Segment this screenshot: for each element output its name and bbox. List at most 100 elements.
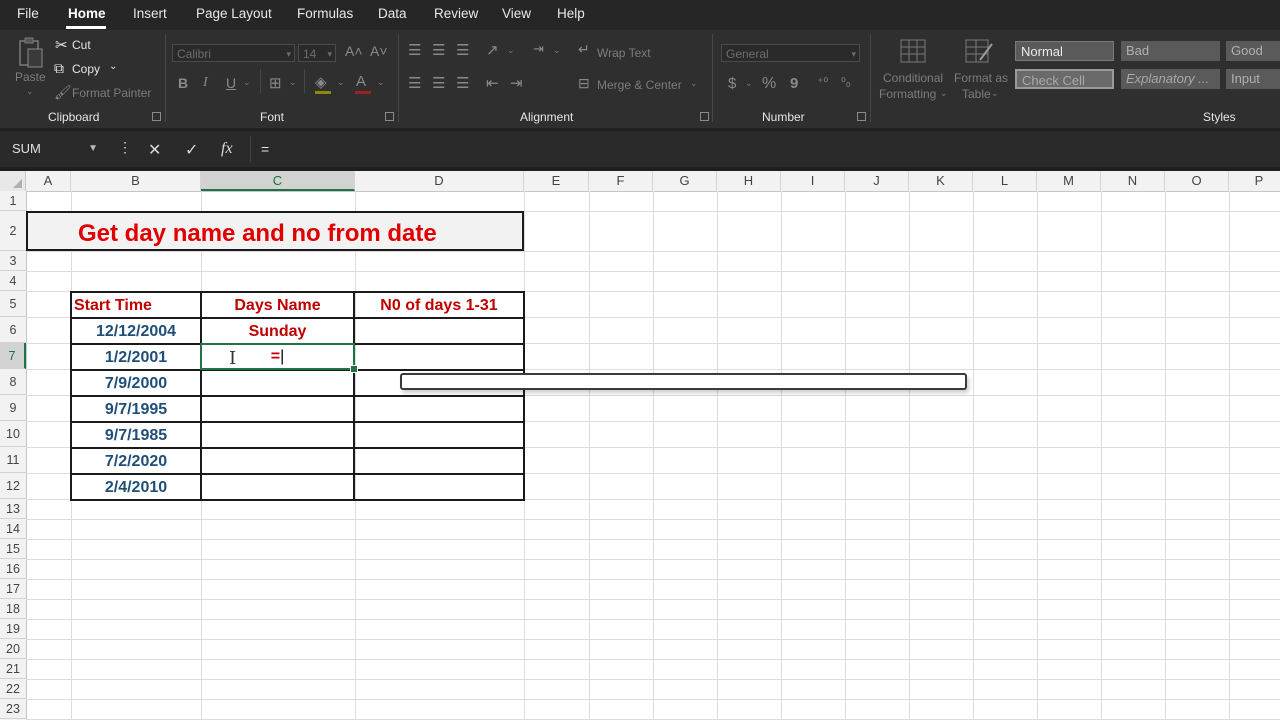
number-launcher-icon[interactable] [857,112,866,121]
paste-dropdown-icon[interactable]: ⌄ [26,86,34,97]
font-launcher-icon[interactable] [385,112,394,121]
top-align-icon[interactable]: ☰ [408,41,421,59]
underline-dropdown-icon[interactable]: ⌄ [243,77,251,88]
style-bad[interactable]: Bad [1121,41,1220,61]
style-explanatory[interactable]: Explanatory ... [1121,69,1220,89]
middle-align-icon[interactable]: ☰ [432,41,445,59]
title-cell[interactable]: Get day name and no from date [26,211,524,251]
column-header-n[interactable]: N [1101,171,1165,191]
align-center-icon[interactable]: ☰ [432,74,445,92]
row-header-14[interactable]: 14 [0,519,26,539]
cut-button[interactable]: Cut [72,38,91,52]
row-header-11[interactable]: 11 [0,447,26,473]
row-header-18[interactable]: 18 [0,599,26,619]
name-box[interactable]: SUM ▼ [4,136,104,162]
format-as-table-label-1[interactable]: Format as [954,71,1008,85]
column-header-k[interactable]: K [909,171,973,191]
column-header-c[interactable]: C [201,171,355,191]
column-header-g[interactable]: G [653,171,717,191]
comma-style-button[interactable]: 9 [790,75,798,92]
increase-indent-icon[interactable]: ⇥ [510,74,523,92]
number-format-combo[interactable]: General ▾ [721,44,860,62]
date-cell[interactable]: 7/2/2020 [72,453,200,471]
column-header-h[interactable]: H [717,171,781,191]
text-direction-icon[interactable]: ⇥ [533,41,544,57]
orientation-dropdown-icon[interactable]: ⌄ [507,45,515,56]
row-header-6[interactable]: 6 [0,317,26,343]
date-cell[interactable]: 9/7/1985 [72,427,200,445]
conditional-formatting-icon[interactable] [899,38,927,66]
column-header-o[interactable]: O [1165,171,1229,191]
row-header-9[interactable]: 9 [0,395,26,421]
menu-data[interactable]: Data [378,6,407,21]
row-header-5[interactable]: 5 [0,291,26,317]
date-cell[interactable]: 12/12/2004 [72,323,200,341]
menu-insert[interactable]: Insert [133,6,167,21]
menu-review[interactable]: Review [434,6,478,21]
worksheet[interactable]: ABCDEFGHIJKLMNOP 1 2 3 4 5 6 7 8 9 10 11 12 13 14 15 16… [0,171,1280,720]
cancel-icon[interactable]: ✕ [148,140,161,160]
format-as-table-dropdown-icon[interactable]: ⌄ [991,88,999,99]
increase-decimal-icon[interactable]: ⁺⁰ [817,75,828,89]
orientation-icon[interactable]: ↗ [486,41,499,59]
row-header-10[interactable]: 10 [0,421,26,447]
row-header-17[interactable]: 17 [0,579,26,599]
text-direction-dropdown-icon[interactable]: ⌄ [553,45,561,56]
row-header-23[interactable]: 23 [0,699,26,719]
format-painter-button[interactable]: Format Painter [72,86,151,100]
copy-dropdown-icon[interactable]: ⌄ [109,61,117,72]
row-header-16[interactable]: 16 [0,559,26,579]
font-color-icon[interactable]: A [356,73,366,90]
borders-dropdown-icon[interactable]: ⌄ [289,77,297,88]
font-size-combo[interactable]: 14 ▾ [298,44,336,62]
row-header-19[interactable]: 19 [0,619,26,639]
decrease-indent-icon[interactable]: ⇤ [486,74,499,92]
currency-dropdown-icon[interactable]: ⌄ [745,78,753,89]
column-header-l[interactable]: L [973,171,1037,191]
editing-cell-content[interactable]: =| [202,348,353,366]
currency-button[interactable]: $ [728,75,736,92]
column-header-p[interactable]: P [1229,171,1280,191]
font-name-combo[interactable]: Calibri ▾ [172,44,295,62]
fill-color-icon[interactable]: ◈ [315,73,327,91]
column-header-a[interactable]: A [26,171,71,191]
merge-center-button[interactable]: Merge & Center [597,78,682,92]
more-options-icon[interactable]: ⋮ [118,139,132,156]
merge-dropdown-icon[interactable]: ⌄ [690,78,698,89]
row-header-4[interactable]: 4 [0,271,26,291]
paste-label[interactable]: Paste [15,70,46,84]
format-as-table-label-2[interactable]: Table [962,87,991,101]
date-cell[interactable]: 1/2/2001 [72,349,200,367]
row-header-8[interactable]: 8 [0,369,26,395]
menu-view[interactable]: View [502,6,531,21]
align-right-icon[interactable]: ☰ [456,74,469,92]
wrap-text-icon[interactable]: ↵ [578,41,590,58]
row-header-2[interactable]: 2 [0,211,26,251]
wrap-text-button[interactable]: Wrap Text [597,46,651,60]
row-header-15[interactable]: 15 [0,539,26,559]
header-no-of-days[interactable]: N0 of days 1-31 [355,297,523,315]
style-input[interactable]: Input [1226,69,1280,89]
day-name-cell[interactable]: Sunday [202,323,353,341]
column-header-f[interactable]: F [589,171,653,191]
merge-center-icon[interactable]: ⊟ [578,75,590,92]
borders-icon[interactable]: ⊞ [269,74,282,92]
header-days-name[interactable]: Days Name [202,297,353,315]
date-cell[interactable]: 9/7/1995 [72,401,200,419]
bottom-align-icon[interactable]: ☰ [456,41,469,59]
row-header-22[interactable]: 22 [0,679,26,699]
date-cell[interactable]: 2/4/2010 [72,479,200,497]
column-header-m[interactable]: M [1037,171,1101,191]
column-header-b[interactable]: B [71,171,201,191]
row-header-1[interactable]: 1 [0,191,26,211]
formula-input[interactable]: = [250,136,1278,162]
increase-font-size-icon[interactable]: A˄ [345,43,363,59]
conditional-formatting-label-2[interactable]: Formatting [879,87,936,101]
enter-icon[interactable]: ✓ [185,140,198,160]
column-header-j[interactable]: J [845,171,909,191]
font-color-dropdown-icon[interactable]: ⌄ [377,77,385,88]
insert-function-icon[interactable]: fx [221,140,233,158]
conditional-formatting-label-1[interactable]: Conditional [883,71,943,85]
style-check-cell[interactable]: Check Cell [1015,69,1114,89]
clipboard-launcher-icon[interactable] [152,112,161,121]
